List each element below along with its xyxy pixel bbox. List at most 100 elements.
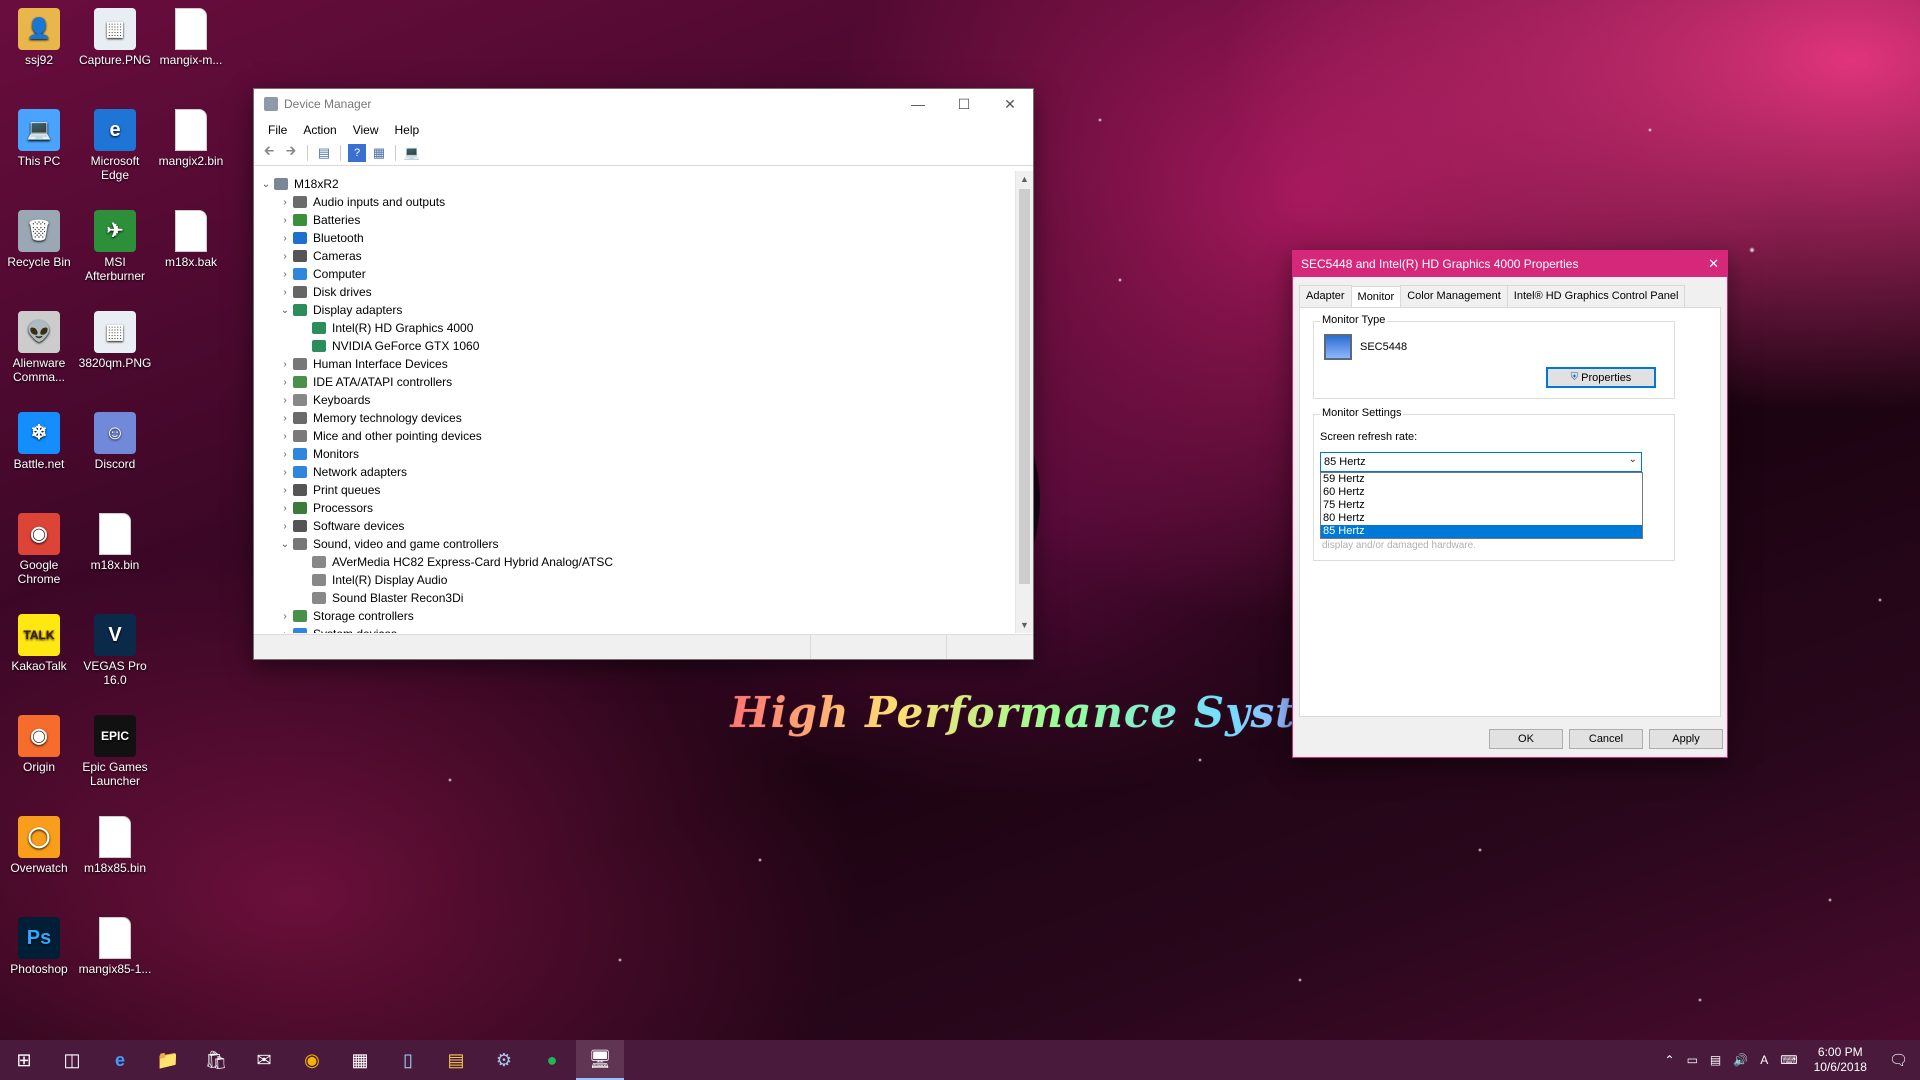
chevron-right-icon[interactable]: › bbox=[277, 269, 293, 280]
keyboard-icon[interactable]: ⌨ bbox=[1774, 1053, 1803, 1067]
desktop-icon-recycle-bin[interactable]: 🗑 Recycle Bin bbox=[1, 210, 77, 269]
tree-item[interactable]: › Monitors bbox=[254, 445, 1016, 463]
task-view-icon[interactable]: ◫ bbox=[48, 1040, 96, 1080]
desktop-icon-capture-png[interactable]: ▦ Capture.PNG bbox=[77, 8, 153, 67]
tree-item[interactable]: NVIDIA GeForce GTX 1060 bbox=[254, 337, 1016, 355]
tab-adapter[interactable]: Adapter bbox=[1299, 285, 1352, 307]
tree-item[interactable]: › Software devices bbox=[254, 517, 1016, 535]
vertical-scrollbar[interactable]: ▲ ▼ bbox=[1015, 171, 1033, 633]
tree-item[interactable]: › Mice and other pointing devices bbox=[254, 427, 1016, 445]
monitor-properties-button[interactable]: ⛨ Properties bbox=[1546, 367, 1656, 388]
desktop-icon-msi-afterburner[interactable]: ✈ MSI Afterburner bbox=[77, 210, 153, 283]
chevron-right-icon[interactable]: › bbox=[277, 413, 293, 424]
tree-item[interactable]: AVerMedia HC82 Express-Card Hybrid Analo… bbox=[254, 553, 1016, 571]
scroll-up-icon[interactable]: ▲ bbox=[1016, 171, 1033, 187]
menu-help[interactable]: Help bbox=[387, 123, 428, 137]
desktop-icon-vegas-pro-16-0[interactable]: V VEGAS Pro 16.0 bbox=[77, 614, 153, 687]
steam-icon[interactable]: ⚙ bbox=[480, 1040, 528, 1080]
device-manager-window[interactable]: Device Manager — ☐ ✕ File Action View He… bbox=[254, 89, 1033, 659]
desktop-icon-discord[interactable]: ☺ Discord bbox=[77, 412, 153, 471]
refresh-rate-option[interactable]: 60 Hertz bbox=[1321, 486, 1642, 499]
tab-intel-control-panel[interactable]: Intel® HD Graphics Control Panel bbox=[1506, 285, 1686, 307]
desktop-icon-mangix85-1[interactable]: mangix85-1... bbox=[77, 917, 153, 976]
tree-item[interactable]: › Print queues bbox=[254, 481, 1016, 499]
desktop-icon-origin[interactable]: ◉ Origin bbox=[1, 715, 77, 774]
menu-action[interactable]: Action bbox=[295, 123, 344, 137]
chevron-right-icon[interactable]: › bbox=[277, 197, 293, 208]
menu-file[interactable]: File bbox=[260, 123, 295, 137]
chevron-up-icon[interactable]: ⌃ bbox=[1659, 1053, 1681, 1067]
start-icon[interactable]: ⊞ bbox=[0, 1040, 48, 1080]
desktop-icon-photoshop[interactable]: Ps Photoshop bbox=[1, 917, 77, 976]
chevron-right-icon[interactable]: › bbox=[277, 377, 293, 388]
tree-item[interactable]: › Storage controllers bbox=[254, 607, 1016, 625]
tree-item[interactable]: › Keyboards bbox=[254, 391, 1016, 409]
tree-item[interactable]: Intel(R) Display Audio bbox=[254, 571, 1016, 589]
forward-arrow-icon[interactable]: 🡲 bbox=[282, 143, 300, 162]
monitor-properties-dialog[interactable]: SEC5448 and Intel(R) HD Graphics 4000 Pr… bbox=[1293, 251, 1727, 757]
desktop-icon-google-chrome[interactable]: ◉ Google Chrome bbox=[1, 513, 77, 586]
tree-item[interactable]: › Network adapters bbox=[254, 463, 1016, 481]
close-icon[interactable]: ✕ bbox=[1708, 256, 1719, 272]
tree-item[interactable]: ⌄ M18xR2 bbox=[254, 175, 1016, 193]
refresh-rate-dropdown-list[interactable]: 59 Hertz 60 Hertz 75 Hertz 80 Hertz 85 Hertz bbox=[1320, 472, 1643, 539]
volume-icon[interactable]: 🔊 bbox=[1727, 1053, 1754, 1067]
chevron-right-icon[interactable]: › bbox=[277, 467, 293, 478]
refresh-rate-option[interactable]: 59 Hertz bbox=[1321, 473, 1642, 486]
desktop-icon-microsoft-edge[interactable]: e Microsoft Edge bbox=[77, 109, 153, 182]
desktop-icon-overwatch[interactable]: ◯ Overwatch bbox=[1, 816, 77, 875]
tree-item[interactable]: › Bluetooth bbox=[254, 229, 1016, 247]
desktop-icon-m18x85-bin[interactable]: m18x85.bin bbox=[77, 816, 153, 875]
refresh-rate-option[interactable]: 75 Hertz bbox=[1321, 499, 1642, 512]
tree-item[interactable]: › Disk drives bbox=[254, 283, 1016, 301]
dialog-titlebar[interactable]: SEC5448 and Intel(R) HD Graphics 4000 Pr… bbox=[1293, 251, 1727, 277]
folder-icon[interactable]: ▤ bbox=[432, 1040, 480, 1080]
tree-item[interactable]: › IDE ATA/ATAPI controllers bbox=[254, 373, 1016, 391]
tree-item[interactable]: Intel(R) HD Graphics 4000 bbox=[254, 319, 1016, 337]
chevron-down-icon[interactable]: ⌄ bbox=[277, 305, 293, 316]
chevron-right-icon[interactable]: › bbox=[277, 485, 293, 496]
tree-item[interactable]: Sound Blaster Recon3Di bbox=[254, 589, 1016, 607]
refresh-rate-option[interactable]: 85 Hertz bbox=[1321, 525, 1642, 538]
desktop-icon-mangix-m[interactable]: mangix-m... bbox=[153, 8, 229, 67]
chevron-right-icon[interactable]: › bbox=[277, 449, 293, 460]
back-arrow-icon[interactable]: 🡰 bbox=[260, 143, 278, 162]
chevron-right-icon[interactable]: › bbox=[277, 287, 293, 298]
network-icon[interactable]: ▤ bbox=[1704, 1053, 1727, 1067]
tree-item[interactable]: › Cameras bbox=[254, 247, 1016, 265]
tree-item[interactable]: ⌄ Sound, video and game controllers bbox=[254, 535, 1016, 553]
tree-item[interactable]: ⌄ Display adapters bbox=[254, 301, 1016, 319]
desktop-icon-3820qm-png[interactable]: ▦ 3820qm.PNG bbox=[77, 311, 153, 370]
chevron-down-icon[interactable]: ⌄ bbox=[277, 539, 293, 550]
chevron-right-icon[interactable]: › bbox=[277, 503, 293, 514]
chevron-right-icon[interactable]: › bbox=[277, 629, 293, 634]
spotify-icon[interactable]: ● bbox=[528, 1040, 576, 1080]
refresh-rate-select[interactable]: 85 Hertz ⌄ bbox=[1320, 452, 1642, 472]
chevron-right-icon[interactable]: › bbox=[277, 611, 293, 622]
ime-icon[interactable]: A bbox=[1754, 1053, 1774, 1067]
desktop-icon-m18x-bak[interactable]: m18x.bak bbox=[153, 210, 229, 269]
clock[interactable]: 6:00 PM 10/6/2018 bbox=[1804, 1045, 1877, 1075]
desktop-icon-ssj92[interactable]: 👤 ssj92 bbox=[1, 8, 77, 67]
chevron-right-icon[interactable]: › bbox=[277, 251, 293, 262]
tab-monitor[interactable]: Monitor bbox=[1350, 286, 1402, 308]
desktop-icon-m18x-bin[interactable]: m18x.bin bbox=[77, 513, 153, 572]
store-icon[interactable]: 🛍 bbox=[192, 1040, 240, 1080]
show-hide-icon[interactable]: ▤ bbox=[315, 144, 333, 162]
notepad-icon[interactable]: ▯ bbox=[384, 1040, 432, 1080]
close-icon[interactable]: ✕ bbox=[987, 89, 1033, 119]
help-icon[interactable]: ? bbox=[348, 144, 366, 162]
chevron-right-icon[interactable]: › bbox=[277, 233, 293, 244]
notification-icon[interactable]: 🗨 bbox=[1877, 1051, 1920, 1069]
tab-color-management[interactable]: Color Management bbox=[1400, 285, 1508, 307]
calculator-icon[interactable]: ▦ bbox=[336, 1040, 384, 1080]
tree-item[interactable]: › Batteries bbox=[254, 211, 1016, 229]
ok-button[interactable]: OK bbox=[1489, 729, 1563, 749]
desktop-icon-alienware-comma[interactable]: 👽 Alienware Comma... bbox=[1, 311, 77, 384]
chevron-right-icon[interactable]: › bbox=[277, 359, 293, 370]
chevron-down-icon[interactable]: ⌄ bbox=[258, 179, 274, 190]
chevron-right-icon[interactable]: › bbox=[277, 431, 293, 442]
scroll-down-icon[interactable]: ▼ bbox=[1016, 617, 1033, 633]
apply-button[interactable]: Apply bbox=[1649, 729, 1723, 749]
refresh-rate-option[interactable]: 80 Hertz bbox=[1321, 512, 1642, 525]
